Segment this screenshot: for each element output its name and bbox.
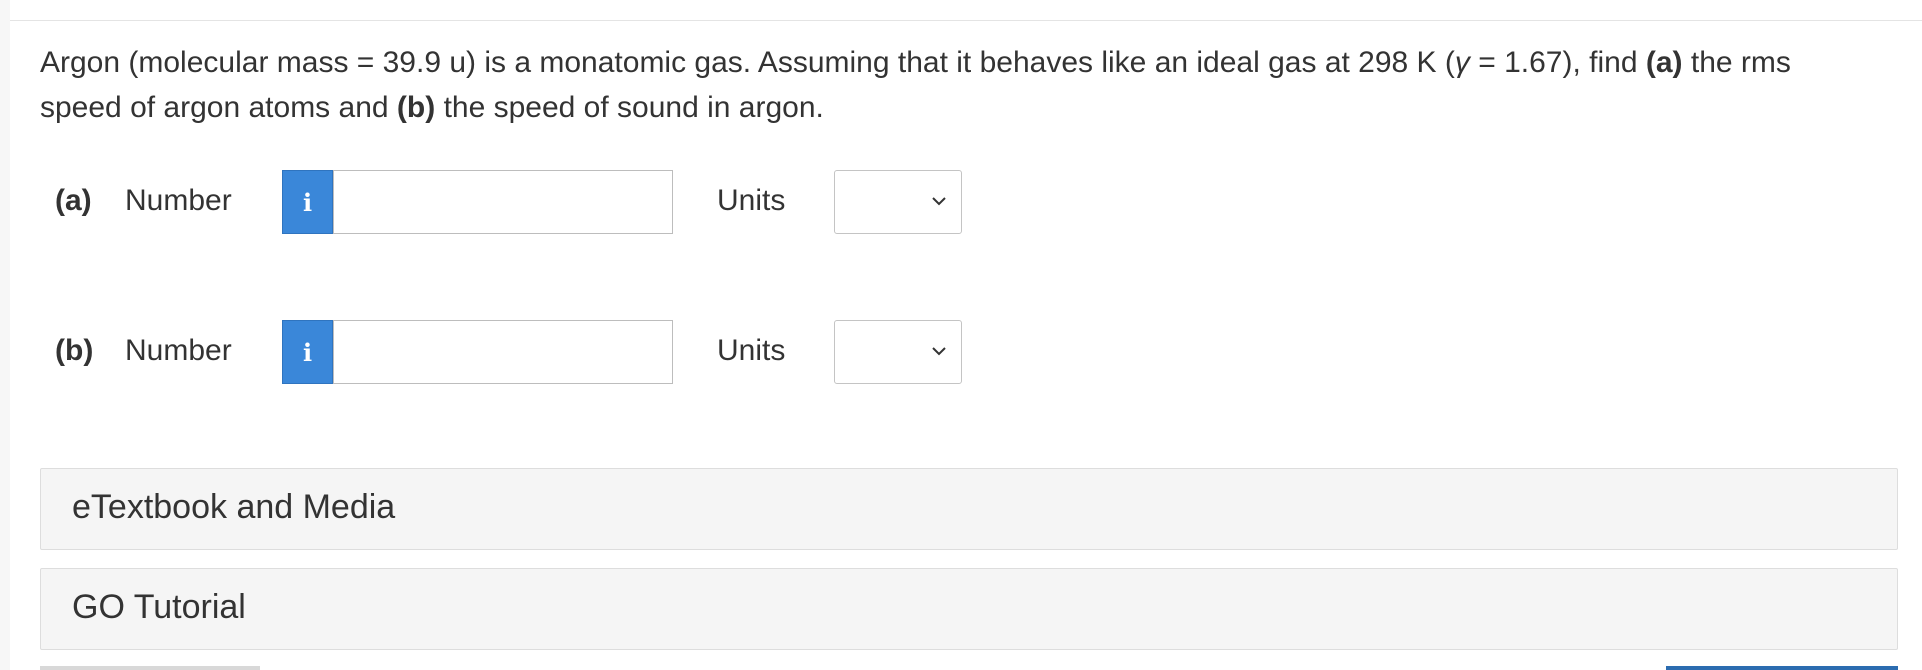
info-button-a[interactable]: i	[282, 170, 333, 234]
number-input-b[interactable]	[333, 320, 673, 384]
question-part-4: the speed of sound in argon.	[435, 91, 824, 124]
number-input-a[interactable]	[333, 170, 673, 234]
number-label-b: Number	[125, 334, 232, 367]
etextbook-media-label: eTextbook and Media	[72, 488, 396, 526]
go-tutorial-label: GO Tutorial	[72, 588, 246, 626]
answer-row-a: (a) Number i Units	[40, 170, 1000, 236]
question-part-2: = 1.67), find	[1469, 46, 1646, 79]
question-label-b: (b)	[396, 91, 436, 124]
bottom-left-edge	[40, 666, 260, 670]
question-text: Argon (molecular mass = 39.9 u) is a mon…	[40, 40, 1880, 130]
question-label-a: (a)	[1645, 46, 1683, 79]
answer-row-b: (b) Number i Units	[40, 320, 1000, 386]
units-label-b: Units	[717, 334, 786, 367]
etextbook-media-panel[interactable]: eTextbook and Media	[40, 468, 1898, 550]
gamma-symbol: γ	[1454, 46, 1470, 79]
info-button-b[interactable]: i	[282, 320, 333, 384]
number-label-a: Number	[125, 184, 232, 217]
chevron-down-icon	[932, 347, 946, 356]
go-tutorial-panel[interactable]: GO Tutorial	[40, 568, 1898, 650]
question-part-1: Argon (molecular mass = 39.9 u) is a mon…	[40, 46, 1455, 79]
units-label-a: Units	[717, 184, 786, 217]
chevron-down-icon	[932, 197, 946, 206]
part-label-a: (a)	[55, 184, 92, 217]
units-select-b[interactable]	[834, 320, 962, 384]
info-icon: i	[302, 187, 313, 217]
bottom-right-button-edge[interactable]	[1666, 666, 1898, 670]
units-select-a[interactable]	[834, 170, 962, 234]
left-gutter	[0, 0, 10, 670]
info-icon: i	[302, 337, 313, 367]
part-label-b: (b)	[55, 334, 94, 367]
top-divider	[10, 20, 1922, 21]
